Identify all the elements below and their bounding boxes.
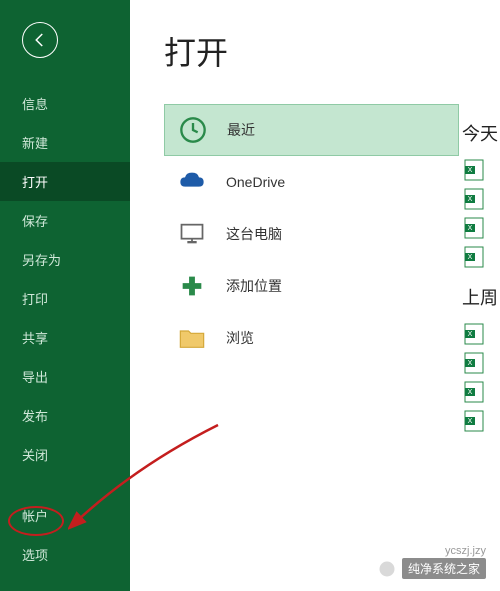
svg-text:X: X (468, 167, 473, 174)
location-browse[interactable]: 浏览 (164, 312, 459, 364)
svg-text:X: X (468, 418, 473, 425)
location-label: OneDrive (226, 174, 285, 190)
watermark-url: ycszj.jzy (445, 545, 486, 557)
excel-file-icon: X (462, 245, 486, 269)
nav-item-save[interactable]: 保存 (0, 201, 130, 240)
nav-item-share[interactable]: 共享 (0, 318, 130, 357)
recent-file-item[interactable]: X (462, 216, 500, 245)
watermark: 纯净系统之家 (378, 558, 486, 579)
recent-file-item[interactable]: X (462, 245, 500, 274)
open-location-list: 最近 OneDrive 这台电脑 添加位置 浏览 (164, 104, 459, 364)
nav-item-publish[interactable]: 发布 (0, 396, 130, 435)
location-onedrive[interactable]: OneDrive (164, 156, 459, 208)
watermark-text: 纯净系统之家 (402, 558, 486, 579)
nav-item-account[interactable]: 帐户 (0, 496, 130, 535)
recent-file-item[interactable]: X (462, 409, 500, 438)
section-heading-today: 今天 (462, 120, 500, 146)
excel-file-icon: X (462, 409, 486, 433)
watermark-logo-icon (378, 560, 396, 578)
location-label: 浏览 (226, 328, 254, 348)
svg-text:X: X (468, 331, 473, 338)
svg-text:X: X (468, 196, 473, 203)
excel-file-icon: X (462, 380, 486, 404)
location-label: 这台电脑 (226, 224, 282, 244)
back-arrow-icon (31, 31, 49, 49)
svg-text:X: X (468, 360, 473, 367)
nav-item-print[interactable]: 打印 (0, 279, 130, 318)
nav-item-new[interactable]: 新建 (0, 123, 130, 162)
location-thispc[interactable]: 这台电脑 (164, 208, 459, 260)
excel-file-icon: X (462, 322, 486, 346)
nav-item-info[interactable]: 信息 (0, 84, 130, 123)
location-addplace[interactable]: 添加位置 (164, 260, 459, 312)
recent-file-item[interactable]: X (462, 351, 500, 380)
excel-file-icon: X (462, 158, 486, 182)
excel-file-icon: X (462, 351, 486, 375)
backstage-sidebar: 信息 新建 打开 保存 另存为 打印 共享 导出 发布 关闭 帐户 选项 (0, 0, 130, 591)
excel-file-icon: X (462, 187, 486, 211)
plus-icon (178, 272, 206, 300)
nav-list: 信息 新建 打开 保存 另存为 打印 共享 导出 发布 关闭 帐户 选项 (0, 84, 130, 574)
section-heading-lastweek: 上周 (462, 284, 500, 310)
computer-icon (178, 220, 206, 248)
excel-file-icon: X (462, 216, 486, 240)
recent-file-item[interactable]: X (462, 158, 500, 187)
page-title: 打开 (164, 28, 500, 74)
nav-item-close[interactable]: 关闭 (0, 435, 130, 474)
recent-file-item[interactable]: X (462, 322, 500, 351)
nav-item-saveas[interactable]: 另存为 (0, 240, 130, 279)
recent-file-item[interactable]: X (462, 380, 500, 409)
svg-text:X: X (468, 389, 473, 396)
back-button[interactable] (22, 22, 58, 58)
location-label: 最近 (227, 120, 255, 140)
folder-icon (178, 324, 206, 352)
nav-item-options[interactable]: 选项 (0, 535, 130, 574)
nav-item-export[interactable]: 导出 (0, 357, 130, 396)
clock-icon (179, 116, 207, 144)
location-label: 添加位置 (226, 276, 282, 296)
svg-text:X: X (468, 225, 473, 232)
recent-files-column: 今天 X X X X 上周 X X X X (462, 120, 500, 438)
main-panel: 打开 最近 OneDrive 这台电脑 添加位置 (130, 0, 500, 591)
nav-item-open[interactable]: 打开 (0, 162, 130, 201)
svg-text:X: X (468, 254, 473, 261)
recent-file-item[interactable]: X (462, 187, 500, 216)
cloud-icon (178, 168, 206, 196)
location-recent[interactable]: 最近 (164, 104, 459, 156)
